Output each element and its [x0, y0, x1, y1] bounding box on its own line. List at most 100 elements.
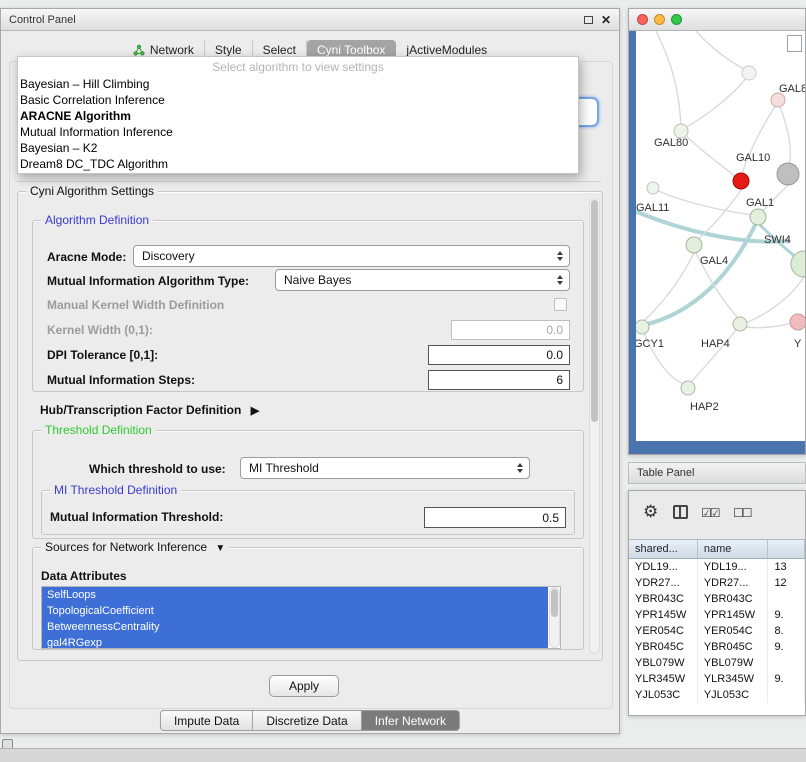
table-cell[interactable]	[768, 591, 805, 607]
table-cell[interactable]: YBR043C	[629, 591, 698, 607]
network-node[interactable]	[647, 182, 659, 194]
table-cell[interactable]: YPR145W	[698, 607, 769, 623]
network-node[interactable]	[681, 381, 695, 395]
bottom-tab-discretize-data[interactable]: Discretize Data	[253, 710, 361, 731]
algorithm-option-bayesian-k2[interactable]: Bayesian – K2	[18, 140, 578, 156]
network-edge[interactable]	[644, 219, 758, 325]
table-cell[interactable]: 12	[768, 575, 805, 591]
table-cell[interactable]: YBR045C	[629, 639, 698, 655]
float-window-icon[interactable]	[584, 16, 593, 24]
table-cell[interactable]: 13	[768, 559, 805, 575]
column-header-shared[interactable]: shared...	[629, 540, 698, 558]
table-row[interactable]: YLR345WYLR345W9.	[629, 671, 805, 687]
table-cell[interactable]: YER054C	[629, 623, 698, 639]
table-cell[interactable]: 9.	[768, 639, 805, 655]
network-node[interactable]	[790, 314, 805, 330]
table-row[interactable]: YBR043CYBR043C	[629, 591, 805, 607]
unselect-all-columns-icon[interactable]: ☐☐	[733, 504, 751, 522]
table-panel-header[interactable]: Table Panel	[628, 462, 806, 484]
algorithm-option-basic-correlation-inference[interactable]: Basic Correlation Inference	[18, 92, 578, 108]
table-cell[interactable]: YJL053C	[629, 687, 698, 703]
settings-scrollbar[interactable]	[589, 198, 600, 654]
table-row[interactable]: YDR27...YDR27...12	[629, 575, 805, 591]
table-row[interactable]: YJL053CYJL053C	[629, 687, 805, 703]
apply-button[interactable]: Apply	[269, 675, 339, 697]
table-cell[interactable]: YBL079W	[629, 655, 698, 671]
show-columns-icon[interactable]	[673, 505, 688, 519]
table-cell[interactable]: YLR345W	[698, 671, 769, 687]
data-attribute-item-selfloops[interactable]: SelfLoops	[42, 587, 548, 603]
column-header-2[interactable]	[768, 540, 805, 558]
network-node[interactable]	[674, 124, 688, 138]
table-cell[interactable]: YLR345W	[629, 671, 698, 687]
network-edge[interactable]	[683, 133, 736, 177]
table-cell[interactable]	[768, 655, 805, 671]
network-node[interactable]	[733, 317, 747, 331]
table-cell[interactable]: YDR27...	[698, 575, 769, 591]
table-cell[interactable]: YER054C	[698, 623, 769, 639]
network-edge[interactable]	[656, 31, 681, 129]
network-node[interactable]	[771, 93, 785, 107]
table-cell[interactable]: YDL19...	[629, 559, 698, 575]
network-edge[interactable]	[683, 75, 749, 129]
table-cell[interactable]: YJL053C	[698, 687, 769, 703]
network-canvas[interactable]: GAL8GAL80GAL10GAL11GAL1SWI4GAL4GCY1HAP4Y…	[636, 31, 805, 441]
which-threshold-select[interactable]: MI Threshold	[240, 457, 530, 479]
network-edge[interactable]	[644, 253, 694, 321]
bottom-tab-impute-data[interactable]: Impute Data	[160, 710, 253, 731]
algorithm-option-mutual-information-inference[interactable]: Mutual Information Inference	[18, 124, 578, 140]
minimize-traffic-light[interactable]	[654, 14, 665, 25]
settings-scrollbar-thumb[interactable]	[591, 200, 598, 422]
column-header-name[interactable]: name	[698, 540, 769, 558]
table-cell[interactable]: 9.	[768, 671, 805, 687]
table-cell[interactable]: YBR045C	[698, 639, 769, 655]
close-traffic-light[interactable]	[637, 14, 648, 25]
network-node[interactable]	[686, 237, 702, 253]
mi-steps-field[interactable]: 6	[428, 370, 570, 390]
select-all-columns-icon[interactable]: ☑☑	[701, 504, 719, 522]
table-cell[interactable]: YBL079W	[698, 655, 769, 671]
network-edge[interactable]	[778, 102, 790, 164]
network-window-titlebar[interactable]	[629, 9, 805, 31]
navigator-box[interactable]	[787, 35, 802, 52]
aracne-mode-select[interactable]: Discovery	[133, 245, 570, 267]
mi-algorithm-type-select[interactable]: Naive Bayes	[275, 269, 570, 291]
table-row[interactable]: YDL19...YDL19...13	[629, 559, 805, 575]
network-node[interactable]	[742, 66, 756, 80]
hub-section-toggle[interactable]: Hub/Transcription Factor Definition ▶	[40, 402, 259, 419]
dpi-tolerance-field[interactable]: 0.0	[428, 345, 570, 365]
kernel-width-field[interactable]: 0.0	[451, 320, 570, 340]
zoom-traffic-light[interactable]	[671, 14, 682, 25]
sources-group-title[interactable]: Sources for Network Inference ▼	[41, 540, 229, 556]
manual-kernel-width-checkbox[interactable]	[554, 298, 567, 311]
bottom-tab-infer-network[interactable]: Infer Network	[362, 710, 460, 731]
network-node[interactable]	[733, 173, 749, 189]
attributes-scrollbar[interactable]	[549, 587, 560, 648]
table-cell[interactable]: YDR27...	[629, 575, 698, 591]
network-node[interactable]	[777, 163, 799, 185]
network-edge[interactable]	[696, 31, 748, 71]
table-row[interactable]: YER054CYER054C8.	[629, 623, 805, 639]
settings-gear-icon[interactable]: ⚙	[643, 503, 658, 521]
table-cell[interactable]: YBR043C	[698, 591, 769, 607]
table-cell[interactable]: YDL19...	[698, 559, 769, 575]
algorithm-option-dream8-dc-tdc-algorithm[interactable]: Dream8 DC_TDC Algorithm	[18, 156, 578, 172]
table-cell[interactable]: 9.	[768, 607, 805, 623]
data-attribute-item-gal4rgexp[interactable]: gal4RGexp	[42, 635, 548, 649]
control-panel-titlebar[interactable]: Control Panel ✕	[1, 9, 619, 31]
table-cell[interactable]	[768, 687, 805, 703]
network-edge[interactable]	[746, 323, 791, 328]
close-icon[interactable]: ✕	[601, 13, 611, 27]
algorithm-option-aracne-algorithm[interactable]: ARACNE Algorithm	[18, 108, 578, 124]
attributes-scrollbar-thumb[interactable]	[551, 589, 558, 617]
table-cell[interactable]: 8.	[768, 623, 805, 639]
data-attribute-item-betweennesscentrality[interactable]: BetweennessCentrality	[42, 619, 548, 635]
data-attribute-item-topologicalcoefficient[interactable]: TopologicalCoefficient	[42, 603, 548, 619]
table-cell[interactable]: YPR145W	[629, 607, 698, 623]
network-node[interactable]	[636, 320, 649, 334]
table-row[interactable]: YPR145WYPR145W9.	[629, 607, 805, 623]
table-row[interactable]: YBL079WYBL079W	[629, 655, 805, 671]
mi-threshold-field[interactable]: 0.5	[424, 507, 566, 528]
table-row[interactable]: YBR045CYBR045C9.	[629, 639, 805, 655]
network-node[interactable]	[750, 209, 766, 225]
